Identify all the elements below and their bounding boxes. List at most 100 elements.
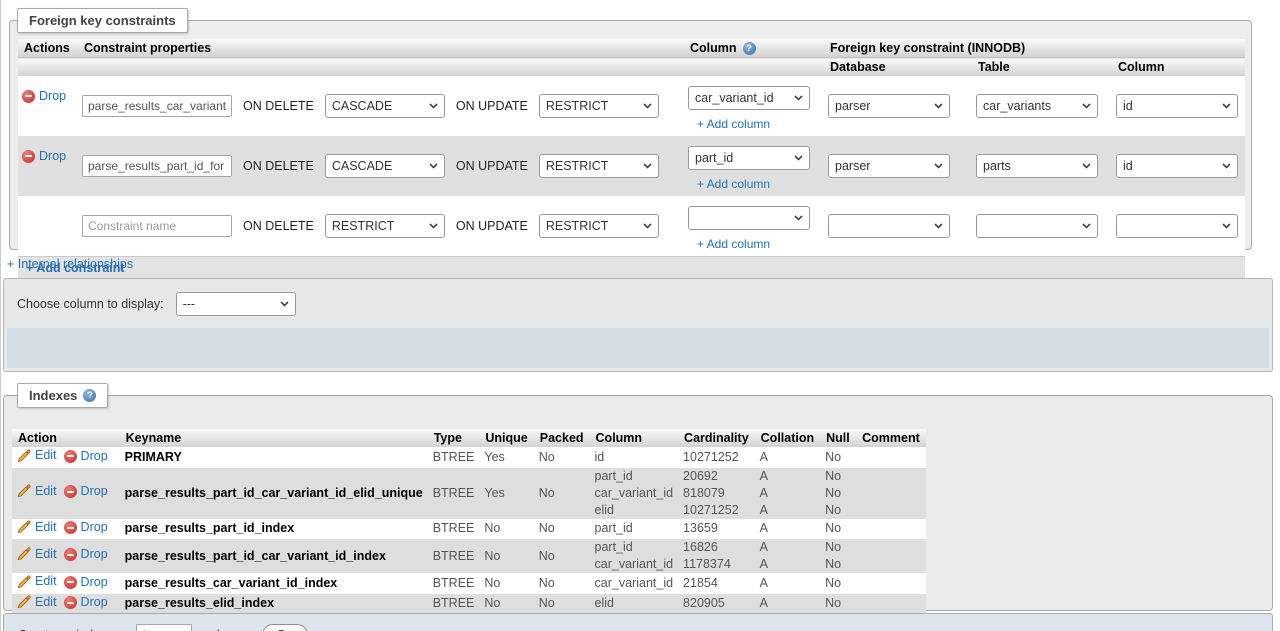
on-update-label: ON UPDATE bbox=[455, 219, 528, 233]
fk-column-select[interactable]: part_id bbox=[688, 146, 810, 170]
on-delete-select[interactable]: CASCADE bbox=[324, 154, 445, 178]
index-collation: A bbox=[759, 449, 768, 464]
chevron-down-icon bbox=[643, 163, 652, 169]
pencil-icon bbox=[17, 484, 31, 498]
on-update-select[interactable]: RESTRICT bbox=[538, 154, 659, 178]
idx-header-packed: Packed bbox=[533, 429, 590, 447]
on-delete-select-value: RESTRICT bbox=[331, 219, 395, 233]
pencil-icon bbox=[17, 595, 31, 609]
index-cardinality: 21854 bbox=[683, 575, 718, 590]
drop-link[interactable]: Drop bbox=[63, 483, 108, 500]
on-delete-label: ON DELETE bbox=[243, 99, 314, 113]
chevron-down-icon bbox=[1222, 163, 1231, 169]
fk-table-select[interactable]: parts bbox=[976, 154, 1098, 178]
indexes-legend: Indexes ? bbox=[17, 383, 109, 408]
on-delete-select[interactable]: CASCADE bbox=[324, 94, 445, 118]
drop-link[interactable]: Drop bbox=[63, 594, 108, 611]
index-action-cell: Edit Drop bbox=[12, 573, 120, 594]
pencil-icon bbox=[17, 448, 31, 462]
fk-header-fk-column: Column bbox=[1112, 57, 1245, 76]
on-update-select[interactable]: RESTRICT bbox=[538, 94, 659, 118]
edit-link[interactable]: Edit bbox=[17, 573, 57, 590]
go-button[interactable]: Go bbox=[262, 624, 308, 631]
index-cardinality: 13659 bbox=[683, 521, 718, 536]
fk-database-select[interactable]: parser bbox=[828, 154, 950, 178]
help-icon[interactable]: ? bbox=[742, 41, 756, 55]
fk-database-select[interactable] bbox=[828, 214, 950, 238]
fk-column-select[interactable] bbox=[688, 206, 810, 230]
on-delete-label: ON DELETE bbox=[243, 159, 314, 173]
drop-link[interactable]: Drop bbox=[63, 574, 108, 591]
edit-link-label: Edit bbox=[35, 483, 57, 498]
fk-header-actions: Actions bbox=[18, 39, 78, 58]
fk-table-select[interactable]: car_variants bbox=[976, 94, 1098, 118]
fk-ref-column-select[interactable] bbox=[1116, 214, 1238, 238]
drop-link[interactable]: Drop bbox=[22, 89, 66, 103]
internal-relationships-link[interactable]: + Internal relationships bbox=[7, 257, 133, 271]
fk-ref-column-select[interactable]: id bbox=[1116, 154, 1238, 178]
index-action-cell: Edit Drop bbox=[12, 447, 120, 468]
index-null: No bbox=[825, 575, 842, 590]
fk-header-group: Foreign key constraint (INNODB) bbox=[824, 39, 1245, 58]
idx-header-type: Type bbox=[427, 429, 480, 447]
display-column-select[interactable]: --- bbox=[175, 292, 296, 316]
fk-ref-column-select-value: id bbox=[1123, 159, 1133, 173]
pencil-icon bbox=[17, 520, 31, 534]
index-type: BTREE bbox=[432, 548, 475, 563]
fk-column-select-value: car_variant_id bbox=[695, 91, 774, 105]
constraint-name-input[interactable] bbox=[82, 95, 232, 117]
on-update-select[interactable]: RESTRICT bbox=[538, 214, 659, 238]
chevron-down-icon bbox=[794, 215, 803, 221]
fk-table-select[interactable] bbox=[976, 214, 1098, 238]
drop-link-label: Drop bbox=[80, 448, 108, 463]
index-packed: No bbox=[538, 575, 555, 590]
add-column-link[interactable]: + Add column bbox=[697, 117, 770, 131]
fk-ref-column-select-value: id bbox=[1123, 99, 1133, 113]
fk-column-cell: car_variant_id + Add column bbox=[684, 76, 824, 136]
create-index-columns-input[interactable] bbox=[135, 624, 192, 631]
edit-link[interactable]: Edit bbox=[17, 546, 57, 563]
edit-link[interactable]: Edit bbox=[17, 519, 57, 536]
fk-properties-cell: ON DELETE CASCADE ON UPDATE RESTRICT bbox=[78, 136, 684, 196]
drop-icon bbox=[63, 449, 77, 463]
index-unique: Yes bbox=[484, 449, 505, 464]
idx-header-collation: Collation bbox=[754, 429, 821, 447]
index-collation: A bbox=[759, 521, 768, 536]
edit-link[interactable]: Edit bbox=[17, 483, 57, 500]
chevron-down-icon bbox=[794, 95, 803, 101]
edit-link[interactable]: Edit bbox=[17, 594, 57, 611]
help-icon[interactable]: ? bbox=[83, 389, 97, 402]
drop-link[interactable]: Drop bbox=[63, 448, 108, 465]
chevron-down-icon bbox=[429, 223, 438, 229]
index-cardinality: 16826 1178374 bbox=[683, 540, 731, 571]
constraint-name-input[interactable] bbox=[82, 215, 232, 237]
index-column: part_id bbox=[594, 521, 633, 536]
add-column-link[interactable]: + Add column bbox=[697, 237, 770, 251]
pencil-icon bbox=[17, 574, 31, 588]
pencil-icon bbox=[17, 547, 31, 561]
fk-column-select[interactable]: car_variant_id bbox=[688, 86, 810, 110]
foreign-key-constraints-legend-label: Foreign key constraints bbox=[29, 13, 176, 28]
drop-icon bbox=[63, 596, 77, 609]
chevron-down-icon bbox=[794, 155, 803, 161]
index-null: No No No bbox=[825, 468, 842, 517]
fk-database-select[interactable]: parser bbox=[828, 94, 950, 118]
drop-link[interactable]: Drop bbox=[22, 149, 66, 163]
chevron-down-icon bbox=[1082, 103, 1091, 109]
drop-link[interactable]: Drop bbox=[63, 519, 108, 536]
idx-header-column: Column bbox=[589, 429, 679, 447]
drop-link[interactable]: Drop bbox=[63, 546, 108, 563]
index-row: Edit Drop parse_results_car_variant_id_ind… bbox=[12, 573, 926, 594]
edit-link-label: Edit bbox=[35, 574, 57, 588]
index-keyname: parse_results_elid_index bbox=[124, 596, 275, 611]
index-comment bbox=[856, 539, 926, 573]
on-delete-select[interactable]: RESTRICT bbox=[324, 214, 445, 238]
add-column-link[interactable]: + Add column bbox=[697, 177, 770, 191]
constraint-name-input[interactable] bbox=[82, 155, 232, 177]
fk-ref-column-cell: id bbox=[1112, 76, 1245, 136]
fk-ref-column-select[interactable]: id bbox=[1116, 94, 1238, 118]
fk-table-cell: parts bbox=[972, 136, 1112, 196]
edit-link[interactable]: Edit bbox=[17, 447, 57, 464]
chevron-down-icon bbox=[934, 163, 943, 169]
fk-constraint-row: Drop ON DELETE CASCADE ON UPDATE RESTRICT par… bbox=[18, 136, 1245, 196]
